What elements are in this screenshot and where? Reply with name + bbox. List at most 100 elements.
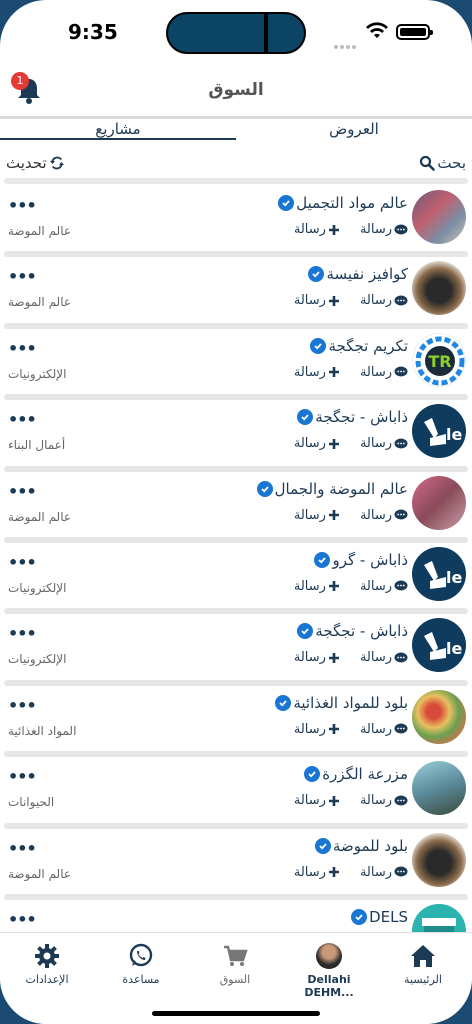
refresh-button[interactable]: تحديث — [6, 154, 65, 172]
more-options-icon[interactable]: ••• — [8, 624, 37, 643]
tab-profile[interactable]: Dellahi DEHM... — [282, 943, 376, 999]
message-button[interactable]: رسالة — [360, 865, 408, 880]
svg-text:le: le — [446, 425, 462, 444]
chat-icon — [394, 723, 408, 734]
chat-icon — [394, 795, 408, 806]
add-message-button[interactable]: رسالة — [294, 650, 340, 665]
verified-icon — [275, 694, 292, 711]
add-message-button[interactable]: رسالة — [294, 222, 340, 237]
message-button[interactable]: رسالة — [360, 365, 408, 380]
tab-projects[interactable]: مشاريع — [0, 116, 236, 140]
add-message-button[interactable]: رسالة — [294, 365, 340, 380]
verified-icon — [297, 623, 314, 640]
battery-icon — [396, 24, 433, 40]
store-category: المواد الغذائية — [8, 723, 77, 738]
store-name[interactable]: تكريم تجگجة — [328, 337, 408, 355]
projects-list[interactable]: عالم مواد التجميل رسالة رسالة ••• عالم ا… — [0, 186, 472, 932]
plus-icon — [328, 295, 339, 306]
search-label: بحث — [437, 154, 466, 172]
message-button[interactable]: رسالة — [360, 508, 408, 523]
tab-market-label: السوق — [219, 973, 251, 986]
list-item[interactable]: le ذاباش - تجگجة رسالة رسالة ••• أعمال ا… — [0, 400, 472, 472]
message-button[interactable]: رسالة — [360, 579, 408, 594]
store-avatar — [412, 689, 466, 744]
store-name[interactable]: ذاباش - تجگجة — [315, 622, 408, 640]
message-button[interactable]: رسالة — [360, 293, 408, 308]
store-avatar: le — [412, 618, 466, 673]
message-label: رسالة — [359, 364, 392, 380]
store-name[interactable]: بلود للموضة — [333, 837, 408, 855]
add-message-button[interactable]: رسالة — [294, 793, 340, 808]
message-label: رسالة — [359, 507, 392, 523]
add-message-button[interactable]: رسالة — [294, 865, 340, 880]
message-label: رسالة — [359, 578, 392, 594]
list-item[interactable]: بلود للموضة رسالة رسالة ••• عالم الموضة — [0, 829, 472, 900]
store-name[interactable]: كوافيز نفيسة — [326, 265, 408, 283]
store-name[interactable]: ذاباش - تجگجة — [315, 408, 408, 426]
more-options-icon[interactable]: ••• — [8, 839, 37, 858]
more-options-icon[interactable]: ••• — [8, 196, 37, 215]
list-item[interactable]: le ذاباش - گرو رسالة رسالة ••• الإلكترون… — [0, 543, 472, 615]
tab-home[interactable]: الرئيسية — [376, 943, 470, 986]
whatsapp-icon — [129, 943, 153, 967]
add-label: رسالة — [293, 436, 326, 452]
tab-offers[interactable]: العروض — [236, 116, 472, 140]
signal-icon — [334, 34, 358, 49]
more-options-icon[interactable]: ••• — [8, 410, 37, 429]
list-item[interactable]: بلود للمواد الغذائية رسالة رسالة ••• الم… — [0, 686, 472, 758]
more-options-icon[interactable]: ••• — [8, 696, 37, 715]
add-message-button[interactable]: رسالة — [294, 293, 340, 308]
store-name[interactable]: ذاباش - گرو — [332, 551, 408, 569]
store-name[interactable]: عالم الموضة والجمال — [275, 480, 408, 498]
add-label: رسالة — [293, 507, 326, 523]
list-item[interactable]: مزرعة الگزرة رسالة رسالة ••• الحيوانات — [0, 757, 472, 829]
message-label: رسالة — [359, 436, 392, 452]
search-button[interactable]: بحث — [419, 154, 466, 172]
store-category: الحيوانات — [8, 795, 55, 810]
more-options-icon[interactable]: ••• — [8, 482, 37, 501]
avatar — [316, 943, 342, 969]
message-button[interactable]: رسالة — [360, 436, 408, 451]
tab-market[interactable]: السوق — [188, 943, 282, 986]
list-item[interactable]: عالم مواد التجميل رسالة رسالة ••• عالم ا… — [0, 186, 472, 258]
more-options-icon[interactable]: ••• — [8, 910, 37, 929]
message-button[interactable]: رسالة — [360, 793, 408, 808]
more-options-icon[interactable]: ••• — [8, 553, 37, 572]
list-item[interactable]: DELS ••• — [0, 900, 472, 932]
message-button[interactable]: رسالة — [360, 650, 408, 665]
list-item[interactable]: TR تكريم تجگجة رسالة رسالة ••• الإلكترون… — [0, 329, 472, 401]
message-button[interactable]: رسالة — [360, 222, 408, 237]
brand-logo-icon: le — [424, 560, 462, 589]
list-item[interactable]: كوافيز نفيسة رسالة رسالة ••• عالم الموضة — [0, 257, 472, 329]
store-avatar — [412, 761, 466, 816]
verified-icon — [310, 337, 327, 354]
store-name[interactable]: عالم مواد التجميل — [296, 194, 408, 212]
chat-icon — [394, 580, 408, 591]
message-button[interactable]: رسالة — [360, 722, 408, 737]
store-name[interactable]: DELS — [369, 908, 408, 926]
add-message-button[interactable]: رسالة — [294, 579, 340, 594]
chat-icon — [394, 295, 408, 306]
list-item[interactable]: le ذاباش - تجگجة رسالة رسالة ••• الإلكتر… — [0, 614, 472, 686]
chat-icon — [394, 652, 408, 663]
add-message-button[interactable]: رسالة — [294, 722, 340, 737]
store-name[interactable]: بلود للمواد الغذائية — [293, 694, 408, 712]
more-options-icon[interactable]: ••• — [8, 267, 37, 286]
tab-help[interactable]: مساعدة — [94, 943, 188, 986]
add-label: رسالة — [293, 222, 326, 237]
add-message-button[interactable]: رسالة — [294, 508, 340, 523]
add-label: رسالة — [293, 364, 326, 380]
chat-icon — [394, 866, 408, 877]
plus-icon — [328, 510, 339, 521]
more-options-icon[interactable]: ••• — [8, 767, 37, 786]
more-options-icon[interactable]: ••• — [8, 339, 37, 358]
list-item[interactable]: عالم الموضة والجمال رسالة رسالة ••• عالم… — [0, 472, 472, 543]
verified-icon — [297, 409, 314, 426]
tab-settings[interactable]: الإعدادات — [0, 943, 94, 986]
store-name[interactable]: مزرعة الگزرة — [322, 765, 408, 783]
status-bar: 9:35 — [0, 0, 472, 64]
store-category: عالم الموضة — [8, 509, 72, 524]
store-category: عالم الموضة — [8, 224, 72, 238]
status-time: 9:35 — [68, 20, 118, 44]
add-message-button[interactable]: رسالة — [294, 436, 340, 451]
